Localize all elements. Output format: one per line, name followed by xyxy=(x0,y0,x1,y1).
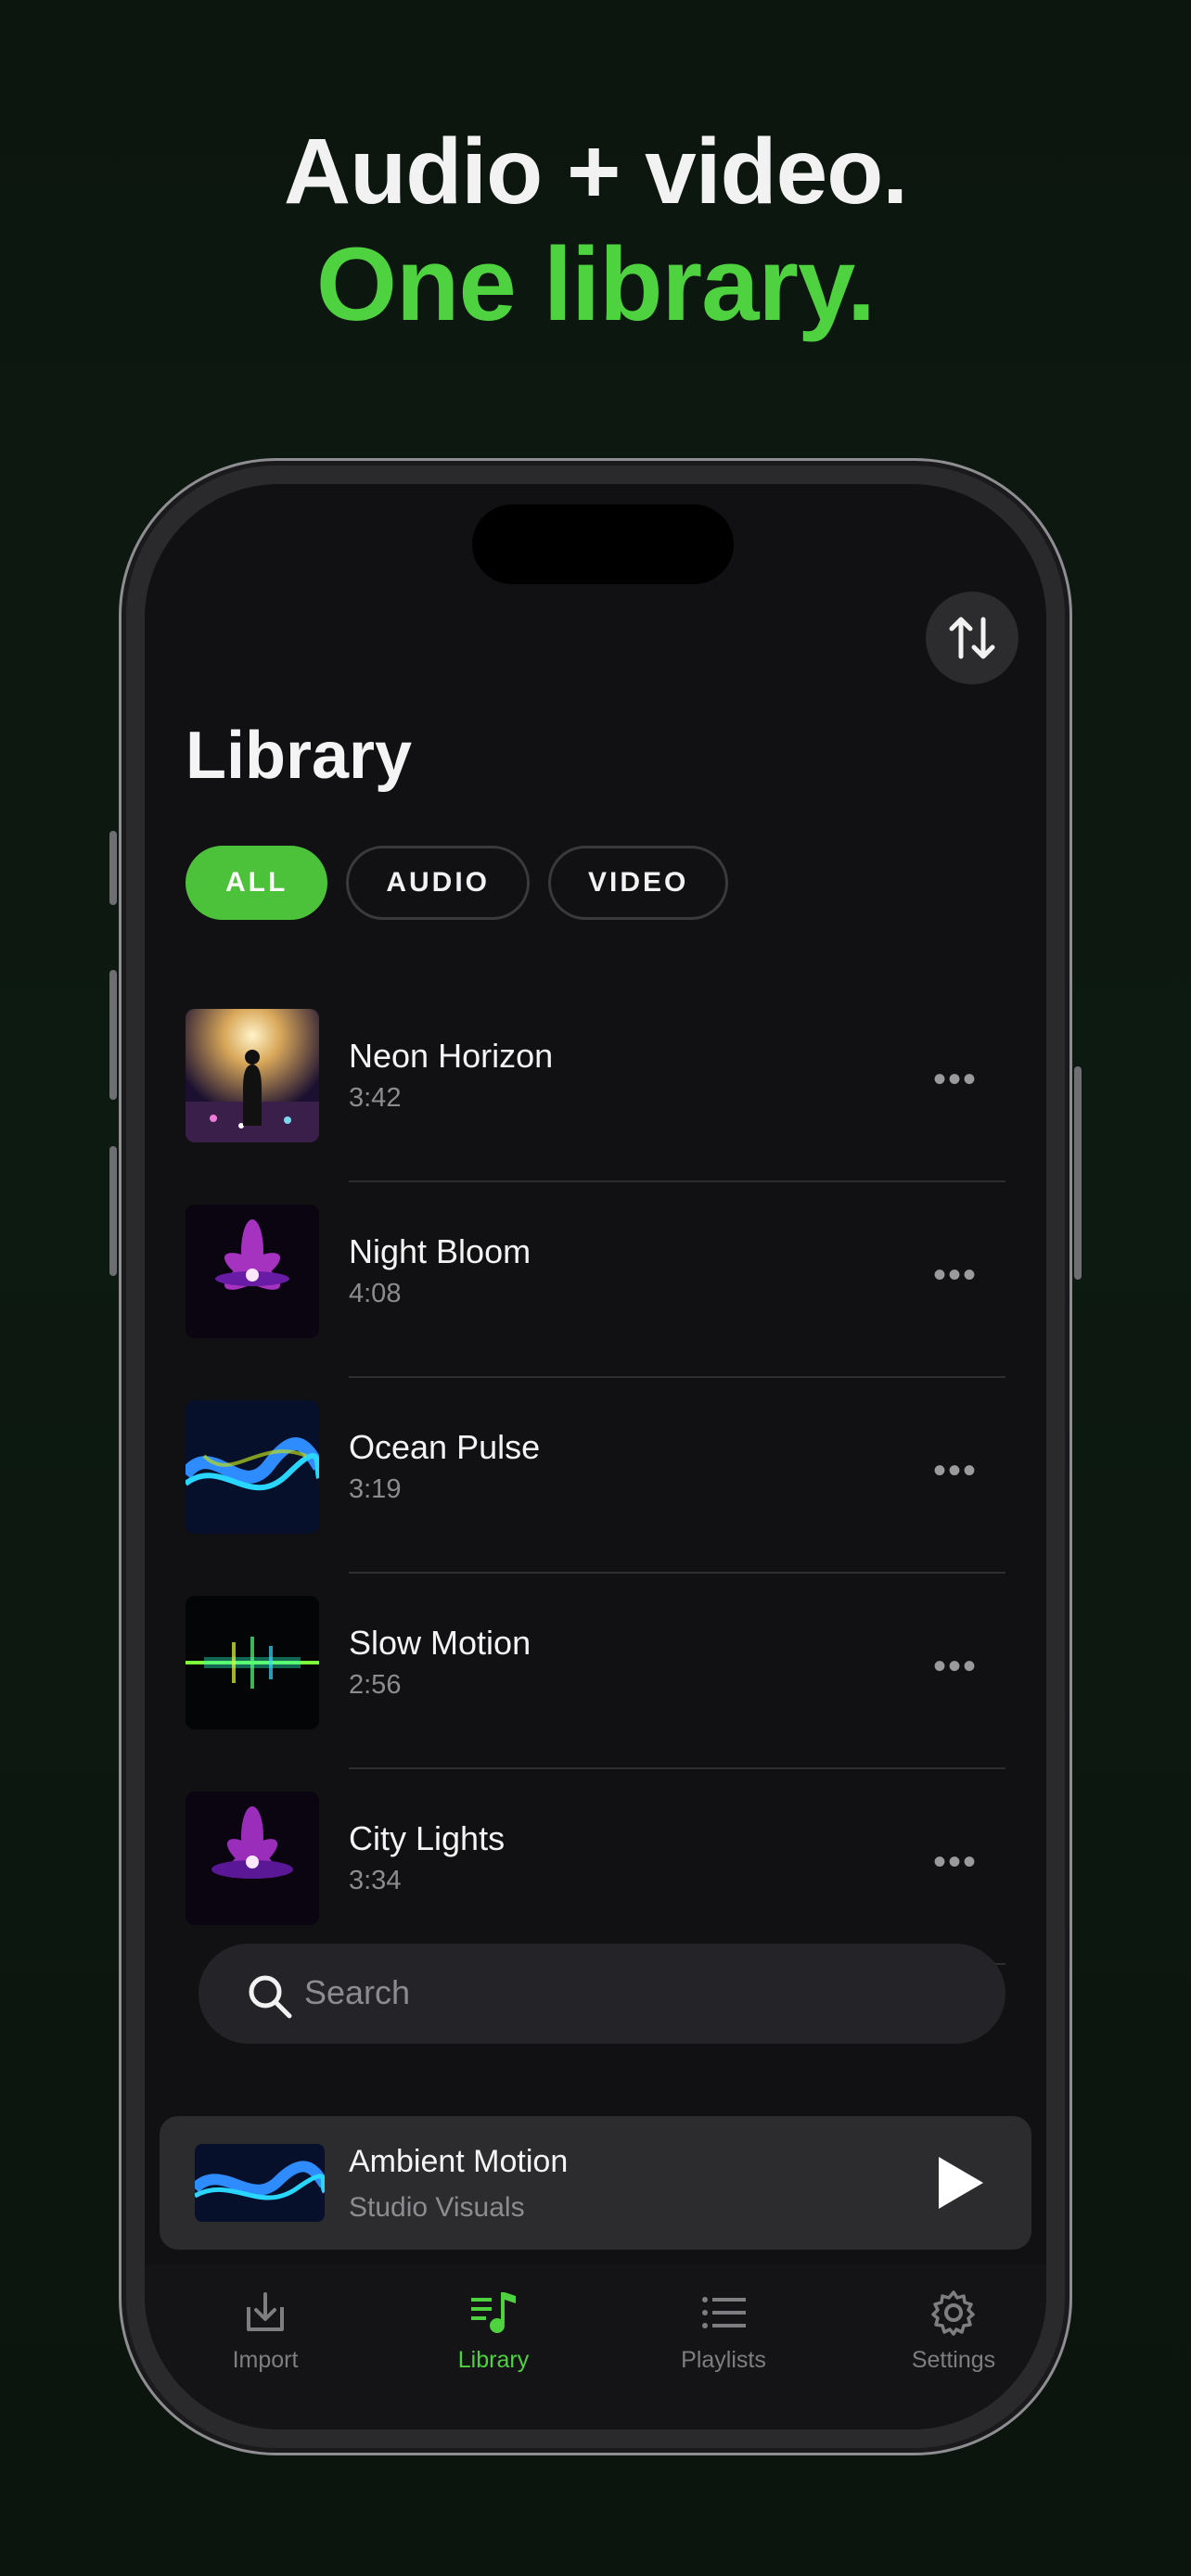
now-playing-thumbnail xyxy=(195,2144,325,2222)
tab-import[interactable]: Import xyxy=(191,2287,339,2374)
track-title: Night Bloom xyxy=(349,1232,531,1270)
page-title: Library xyxy=(186,719,413,793)
filter-chip-video[interactable]: VIDEO xyxy=(548,846,729,920)
search-input[interactable]: Search xyxy=(198,1944,1005,2044)
tab-library[interactable]: Library xyxy=(419,2287,568,2374)
tab-label: Settings xyxy=(911,2347,996,2373)
filter-chip-all[interactable]: ALL xyxy=(186,846,328,920)
phone-volume-up-button xyxy=(109,970,117,1100)
import-icon xyxy=(247,2292,284,2331)
now-playing-bar[interactable]: Ambient Motion Studio Visuals xyxy=(160,2116,1031,2250)
headline-line-2: One library. xyxy=(315,226,876,342)
play-icon[interactable] xyxy=(931,2153,987,2213)
filter-chips: ALL AUDIO VIDEO xyxy=(186,846,729,920)
track-title: Ocean Pulse xyxy=(349,1428,541,1466)
more-options-icon[interactable]: ••• xyxy=(933,1842,978,1883)
track-duration: 2:56 xyxy=(349,1670,402,1700)
track-row[interactable]: Ocean Pulse 3:19 ••• xyxy=(186,1378,1005,1574)
more-options-icon[interactable]: ••• xyxy=(933,1450,978,1492)
track-thumbnail xyxy=(186,1009,319,1142)
tab-label: Import xyxy=(232,2347,299,2373)
tab-label: Library xyxy=(457,2347,530,2373)
track-title: Neon Horizon xyxy=(349,1037,554,1075)
track-duration: 3:42 xyxy=(349,1083,402,1113)
gear-icon xyxy=(931,2290,975,2336)
list-icon xyxy=(702,2297,746,2328)
dynamic-island xyxy=(472,504,734,584)
track-thumbnail xyxy=(186,1205,319,1338)
track-list: Neon Horizon 3:42 ••• Night Bloom 4:08 •… xyxy=(186,987,1005,1965)
music-library-icon xyxy=(471,2292,516,2333)
track-thumbnail xyxy=(186,1596,319,1729)
phone-side-button xyxy=(109,831,117,905)
track-row[interactable]: Neon Horizon 3:42 ••• xyxy=(186,987,1005,1182)
headline-line-1: Audio + video. xyxy=(283,120,908,223)
tab-playlists[interactable]: Playlists xyxy=(649,2287,798,2374)
now-playing-title: Ambient Motion xyxy=(349,2144,569,2179)
more-options-icon[interactable]: ••• xyxy=(933,1255,978,1296)
sort-button[interactable] xyxy=(926,592,1018,684)
more-options-icon[interactable]: ••• xyxy=(933,1646,978,1688)
tab-settings[interactable]: Settings xyxy=(879,2287,1028,2374)
track-title: Slow Motion xyxy=(349,1624,531,1662)
phone-power-button xyxy=(1074,1066,1082,1280)
tab-label: Playlists xyxy=(681,2347,766,2373)
now-playing-subtitle: Studio Visuals xyxy=(349,2192,525,2223)
track-title: City Lights xyxy=(349,1819,506,1857)
search-icon xyxy=(249,1975,292,2019)
track-row[interactable]: Slow Motion 2:56 ••• xyxy=(186,1574,1005,1769)
track-row[interactable]: City Lights 3:34 ••• xyxy=(186,1769,1005,1965)
app-screen: Library ALL AUDIO VIDEO Neon Horizon 3:4… xyxy=(145,484,1046,2429)
track-duration: 3:19 xyxy=(349,1474,402,1504)
track-row[interactable]: Night Bloom 4:08 ••• xyxy=(186,1182,1005,1378)
filter-chip-audio[interactable]: AUDIO xyxy=(346,846,530,920)
track-duration: 3:34 xyxy=(349,1866,402,1895)
phone-volume-down-button xyxy=(109,1146,117,1276)
more-options-icon[interactable]: ••• xyxy=(933,1059,978,1101)
sort-arrows-icon xyxy=(949,617,995,659)
track-duration: 4:08 xyxy=(349,1279,402,1308)
search-placeholder: Search xyxy=(304,1973,411,2011)
tab-bar: Import Library Playlists Settings xyxy=(145,2264,1046,2429)
track-thumbnail xyxy=(186,1792,319,1925)
track-thumbnail xyxy=(186,1400,319,1534)
